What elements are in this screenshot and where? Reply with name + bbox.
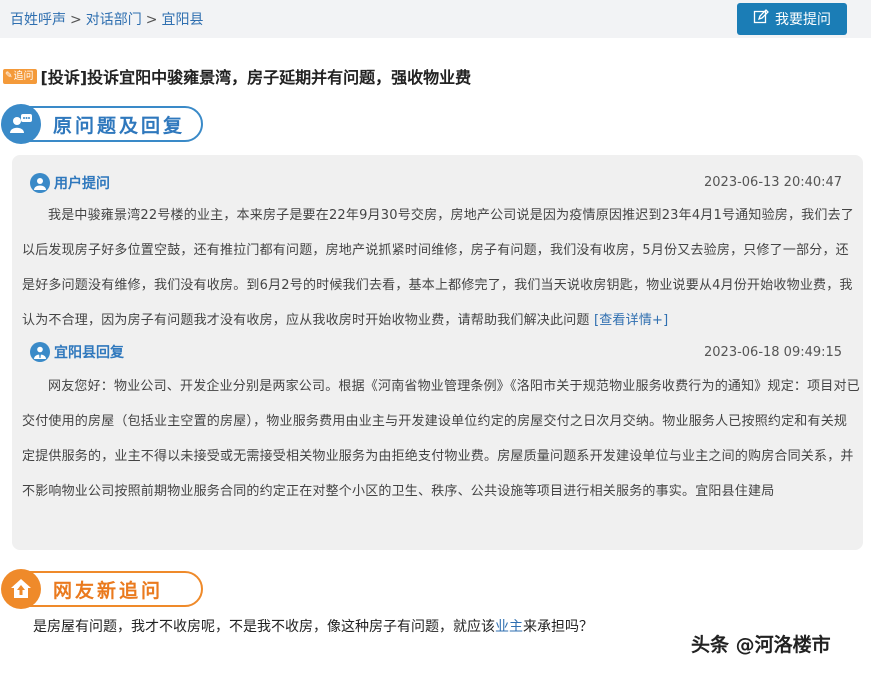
question-title-row: ✎ 追问 [投诉]投诉宜阳中骏雍景湾，房子延期并有问题，强收物业费 xyxy=(3,64,471,88)
user-question-time: 2023-06-13 20:40:47 xyxy=(704,175,843,190)
top-bar: 百姓呼声 > 对话部门 > 宜阳县 我要提问 xyxy=(0,0,871,38)
user-icon xyxy=(30,173,50,193)
edit-icon xyxy=(753,9,769,29)
section-original-header: 原问题及回复 xyxy=(1,104,203,144)
breadcrumb-separator: > xyxy=(145,12,158,28)
followup-text-part2: 来承担吗？ xyxy=(523,619,593,635)
user-question-header: 用户提问 xyxy=(30,173,110,193)
breadcrumb-item-home[interactable]: 百姓呼声 xyxy=(10,12,66,28)
reply-header: 宜阳县回复 xyxy=(30,342,124,362)
ask-question-button[interactable]: 我要提问 xyxy=(737,3,847,35)
reply-label: 宜阳县回复 xyxy=(54,345,124,361)
section-followup-label: 网友新追问 xyxy=(53,579,164,602)
section-followup-header: 网友新追问 xyxy=(1,569,203,609)
breadcrumb-item-dept[interactable]: 对话部门 xyxy=(86,12,142,28)
ask-question-label: 我要提问 xyxy=(775,12,831,28)
followup-tag-label: 追问 xyxy=(13,70,34,82)
followup-tag: ✎ 追问 xyxy=(3,68,37,84)
qa-panel: 用户提问 2023-06-13 20:40:47 我是中骏雍景湾22号楼的业主，… xyxy=(12,155,863,550)
house-up-icon xyxy=(1,569,41,609)
user-question-label: 用户提问 xyxy=(54,176,110,192)
breadcrumb: 百姓呼声 > 对话部门 > 宜阳县 xyxy=(10,9,203,29)
followup-highlight-link[interactable]: 业主 xyxy=(495,619,523,635)
pencil-icon: ✎ xyxy=(5,70,13,81)
reply-text: 网友您好：物业公司、开发企业分别是两家公司。根据《河南省物业管理条例》《洛阳市关… xyxy=(22,379,860,499)
followup-text-part1: 是房屋有问题，我才不收房呢，不是我不收房，像这种房子有问题，就应该 xyxy=(33,619,495,635)
view-details-link[interactable]: [查看详情+] xyxy=(594,313,668,328)
chat-person-icon xyxy=(1,104,41,144)
breadcrumb-item-county[interactable]: 宜阳县 xyxy=(161,12,203,28)
official-icon xyxy=(30,342,50,362)
breadcrumb-separator: > xyxy=(70,12,82,28)
user-question-body: 我是中骏雍景湾22号楼的业主，本来房子是要在22年9月30号交房，房地产公司说是… xyxy=(22,208,854,328)
question-title: [投诉]投诉宜阳中骏雍景湾，房子延期并有问题，强收物业费 xyxy=(40,68,472,87)
watermark: 头条 @河洛楼市 xyxy=(691,634,831,656)
reply-time: 2023-06-18 09:49:15 xyxy=(704,345,843,360)
section-original-label: 原问题及回复 xyxy=(53,114,186,137)
followup-text: 是房屋有问题，我才不收房呢，不是我不收房，像这种房子有问题，就应该业主来承担吗？ xyxy=(33,616,593,636)
user-question-text: 我是中骏雍景湾22号楼的业主，本来房子是要在22年9月30号交房，房地产公司说是… xyxy=(22,198,860,338)
